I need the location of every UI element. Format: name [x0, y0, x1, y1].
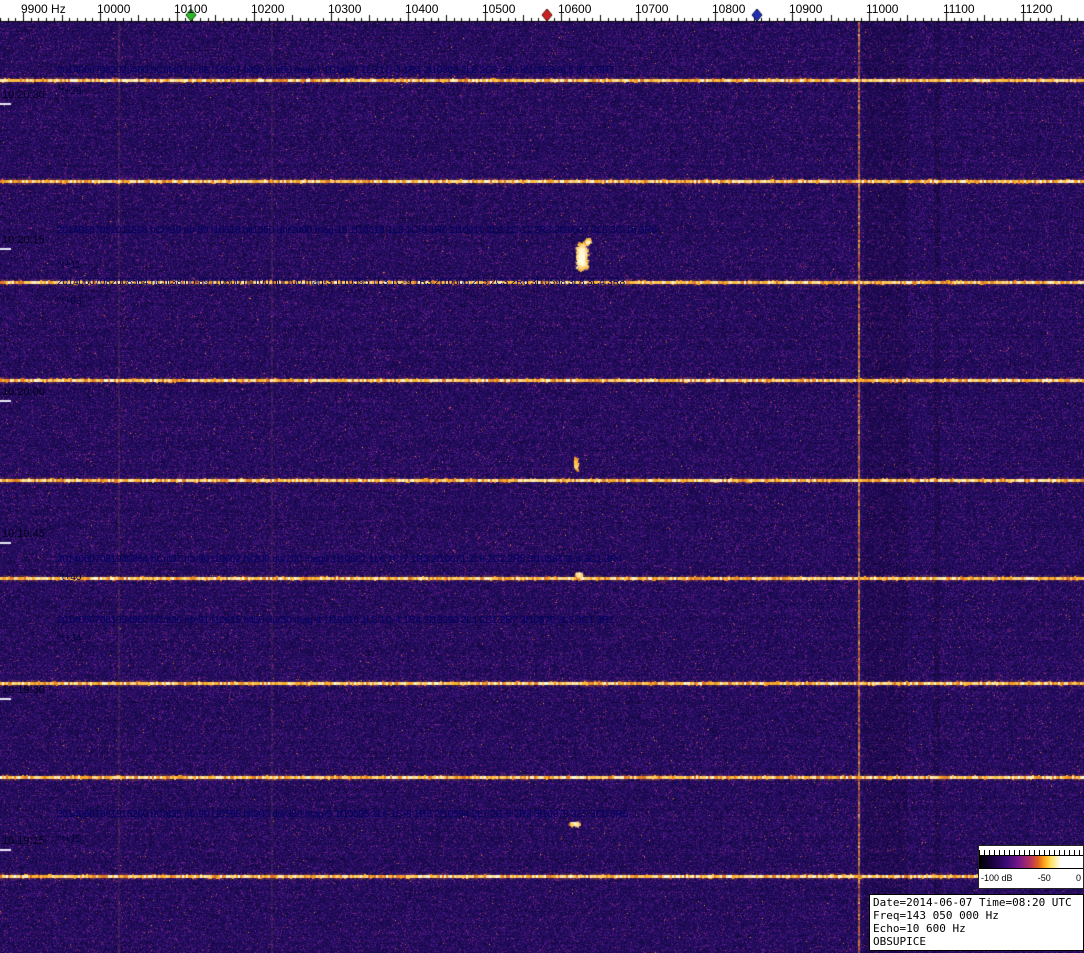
freq-tick-label: 11200 — [1020, 2, 1053, 16]
time-label: 10:20:15 — [2, 234, 45, 246]
db-min-label: -100 dB — [981, 872, 1013, 883]
time-offset-marker: ^t+29 — [57, 86, 82, 97]
time-offset-marker: ^t+11 — [57, 260, 81, 271]
freq-tick-label: 10900 — [789, 2, 823, 16]
freq-tick-label: 10400 — [405, 2, 439, 16]
info-echo: Echo=10 600 Hz — [873, 922, 966, 935]
db-mid-label: -50 — [1037, 872, 1051, 883]
time-label: 10:20:00 — [2, 386, 45, 398]
detection-annotation: 20140607082008564 hCnt38 nb-89 f10600 hi… — [57, 277, 625, 288]
time-label: 10:19:30 — [2, 684, 45, 696]
detection-annotation: 20140607081940864 hCnt37 nb-90 f10602 hi… — [57, 554, 622, 565]
spectrum-waterfall-app: 9900 Hz 10000 10100 10200 10300 10400 10500 106… — [0, 0, 1084, 953]
detection-annotation: 20140607081934960 hCnt36 nb-91 f10615 hi… — [57, 615, 615, 626]
freq-tick-label: 10700 — [635, 2, 669, 16]
freq-tick-label: 10000 — [97, 2, 131, 16]
detection-annotation: 20140607082029460 hCnt40 nb-88 f10607 hi… — [57, 65, 615, 76]
db-max-label: 0 — [1075, 872, 1081, 883]
detection-annotation: 20140607081915260 hCnt35 nb-90 f10595 hi… — [57, 809, 629, 820]
time-offset-marker: ^t+15 — [57, 834, 82, 845]
db-color-scale: -100 dB -50 0 — [978, 845, 1084, 889]
freq-tick-label: 10300 — [328, 2, 362, 16]
time-label: 10:20:30 — [2, 89, 45, 101]
freq-tick-label: 10500 — [482, 2, 516, 16]
time-offset-marker: ^t+40 — [57, 572, 82, 583]
freq-tick-label: 11000 — [866, 2, 899, 16]
freq-tick-label: 10600 — [558, 2, 592, 16]
freq-tick-label: 10200 — [251, 2, 285, 16]
db-scale-labels: -100 dB -50 0 — [979, 869, 1083, 886]
freq-tick-label: 10800 — [712, 2, 746, 16]
time-label: 10:19:15 — [2, 835, 45, 847]
detection-annotation: 20140607082011568 hCnt39 nb-89 f10618 hi… — [57, 225, 657, 236]
observation-info-box: Date=2014-06-07 Time=08:20 UTC Freq=143 … — [869, 894, 1084, 951]
freq-tick-label: 10100 — [174, 2, 208, 16]
time-offset-marker: ^t+08 — [57, 296, 82, 307]
info-date-time: Date=2014-06-07 Time=08:20 UTC — [873, 896, 1072, 909]
spectrogram-text-overlay: 9900 Hz 10000 10100 10200 10300 10400 10500 106… — [0, 0, 1084, 953]
db-gradient-bar — [979, 855, 1083, 869]
info-frequency: Freq=143 050 000 Hz — [873, 909, 999, 922]
freq-tick-label: 11100 — [943, 2, 975, 16]
time-label: 10:19:45 — [2, 528, 45, 540]
time-offset-marker: ^t+34 — [57, 633, 82, 644]
info-station: OBSUPICE — [873, 935, 926, 948]
db-scale-ticks — [979, 846, 1083, 855]
freq-tick-label: 9900 Hz — [21, 2, 66, 16]
